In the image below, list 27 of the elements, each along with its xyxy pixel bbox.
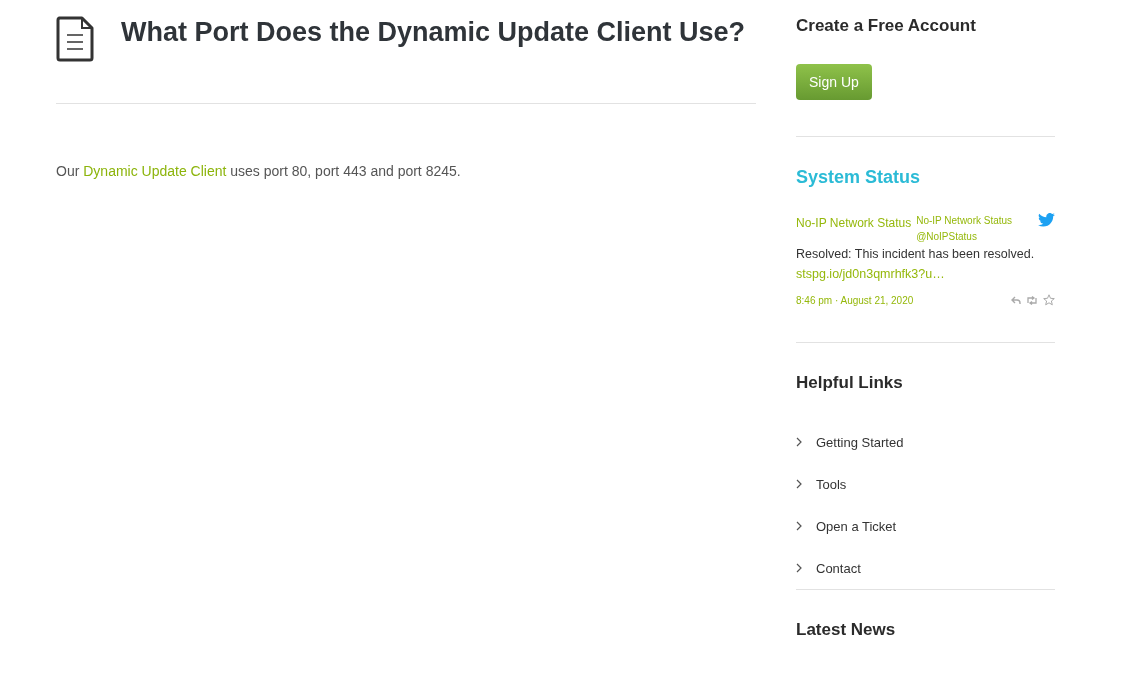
tweet-text: Resolved: This incident has been resolved.	[796, 247, 1036, 261]
chevron-right-icon	[796, 437, 802, 447]
tweet-time[interactable]: 8:46 pm · August 21, 2020	[796, 294, 914, 306]
helpful-link[interactable]: Tools	[816, 476, 847, 492]
chevron-right-icon	[796, 479, 802, 489]
document-icon	[56, 16, 94, 62]
chevron-right-icon	[796, 563, 802, 573]
bird-icon	[1038, 213, 1055, 227]
retweet-icon[interactable]	[1026, 295, 1038, 305]
tweet-handle[interactable]: @NoIPStatus	[916, 229, 1033, 245]
reply-icon[interactable]	[1011, 295, 1021, 305]
account-heading: Create a Free Account	[796, 16, 977, 36]
article-title: What Port Does the Dynamic Update Client Use?	[121, 16, 746, 49]
star-icon[interactable]	[1043, 294, 1055, 306]
client-link[interactable]: Dynamic Update Client	[83, 163, 227, 179]
helpful-link[interactable]: Contact	[816, 560, 861, 576]
helpful-link[interactable]: Getting Started	[816, 434, 904, 450]
article-paragraph: Our Dynamic Update Client uses port 80, port 443 and port 8245.	[56, 163, 462, 179]
status-heading: System Status	[796, 167, 922, 188]
links-heading: Helpful Links	[796, 373, 904, 393]
news-heading: Latest News	[796, 620, 897, 640]
tweet-account-name[interactable]: No-IP Network Status	[916, 213, 1033, 229]
tweet-source-link[interactable]: No-IP Network Status	[796, 216, 912, 230]
helpful-link[interactable]: Open a Ticket	[816, 518, 897, 534]
tweet-link[interactable]: stspg.io/jd0n3qmrhfk3?u…	[796, 267, 945, 281]
sign-up-button[interactable]: Sign Up	[796, 64, 872, 100]
chevron-right-icon	[796, 521, 802, 531]
